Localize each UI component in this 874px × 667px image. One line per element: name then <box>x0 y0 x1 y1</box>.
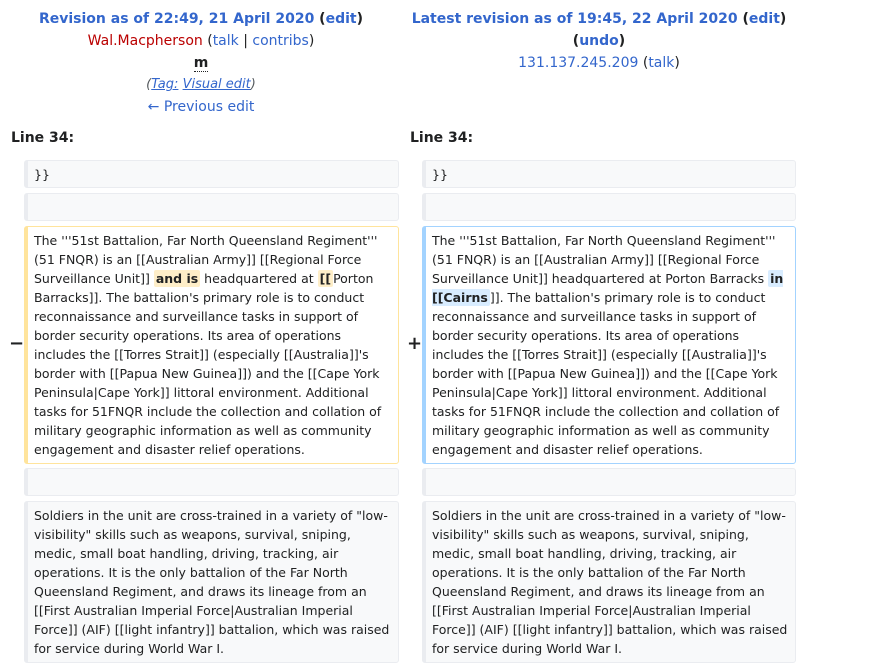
right-context-empty <box>422 193 796 221</box>
left-edit-link[interactable]: edit <box>326 11 357 27</box>
left-context-empty-2 <box>24 468 399 496</box>
right-revision-link[interactable]: Latest revision as of 19:45, 22 April 20… <box>412 11 738 27</box>
right-context-braces: }} <box>422 160 796 188</box>
left-contribs-link[interactable]: contribs <box>252 33 308 49</box>
right-talk-link[interactable]: talk <box>648 55 674 71</box>
deleted-brackets: [[ <box>317 270 334 287</box>
undo-link[interactable]: undo <box>579 33 619 49</box>
minor-edit-mark: m <box>193 55 209 72</box>
added-line: The '''51st Battalion, Far North Queensl… <box>422 226 796 464</box>
right-user-link[interactable]: 131.137.245.209 <box>518 55 638 71</box>
right-line-number: Line 34: <box>410 130 474 146</box>
deletion-marker: − <box>9 333 25 354</box>
right-context-empty-2 <box>422 468 796 496</box>
left-line-number: Line 34: <box>11 130 75 146</box>
deleted-words: and is <box>153 270 201 287</box>
left-revision-header: Revision as of 22:49, 21 April 2020 (edi… <box>12 8 390 118</box>
right-edit-link[interactable]: edit <box>749 11 780 27</box>
deleted-line: The '''51st Battalion, Far North Queensl… <box>24 226 399 464</box>
left-context-empty <box>24 193 399 221</box>
left-user-link[interactable]: Wal.Macpherson <box>88 33 203 49</box>
left-context-soldiers: Soldiers in the unit are cross-trained i… <box>24 501 399 663</box>
right-user-line: 131.137.245.209 (talk) <box>518 55 680 71</box>
left-talk-link[interactable]: talk <box>213 33 239 49</box>
right-revision-title: Latest revision as of 19:45, 22 April 20… <box>411 11 787 27</box>
undo-line: (undo) <box>572 33 626 49</box>
left-revision-title: Revision as of 22:49, 21 April 2020 (edi… <box>38 11 364 27</box>
del-text-3: Porton Barracks]]. The battalion's prima… <box>34 271 382 457</box>
add-text-1: The '''51st Battalion, Far North Queensl… <box>432 233 776 286</box>
del-text-2: headquartered at <box>204 271 314 286</box>
tag-line: (Tag: Visual edit) <box>146 77 256 92</box>
right-revision-header: Latest revision as of 19:45, 22 April 20… <box>410 8 788 74</box>
add-text-2: ]]. The battalion's primary role is to c… <box>432 290 780 457</box>
previous-edit-link[interactable]: ← Previous edit <box>148 99 255 115</box>
left-user-line: Wal.Macpherson (talk | contribs) <box>87 33 315 49</box>
right-context-soldiers: Soldiers in the unit are cross-trained i… <box>422 501 796 663</box>
left-context-braces: }} <box>24 160 399 188</box>
left-revision-link[interactable]: Revision as of 22:49, 21 April 2020 <box>39 11 314 27</box>
tag-value-link[interactable]: Visual edit <box>183 77 251 92</box>
addition-marker: + <box>407 333 423 354</box>
tag-label-link[interactable]: Tag: <box>151 77 178 92</box>
